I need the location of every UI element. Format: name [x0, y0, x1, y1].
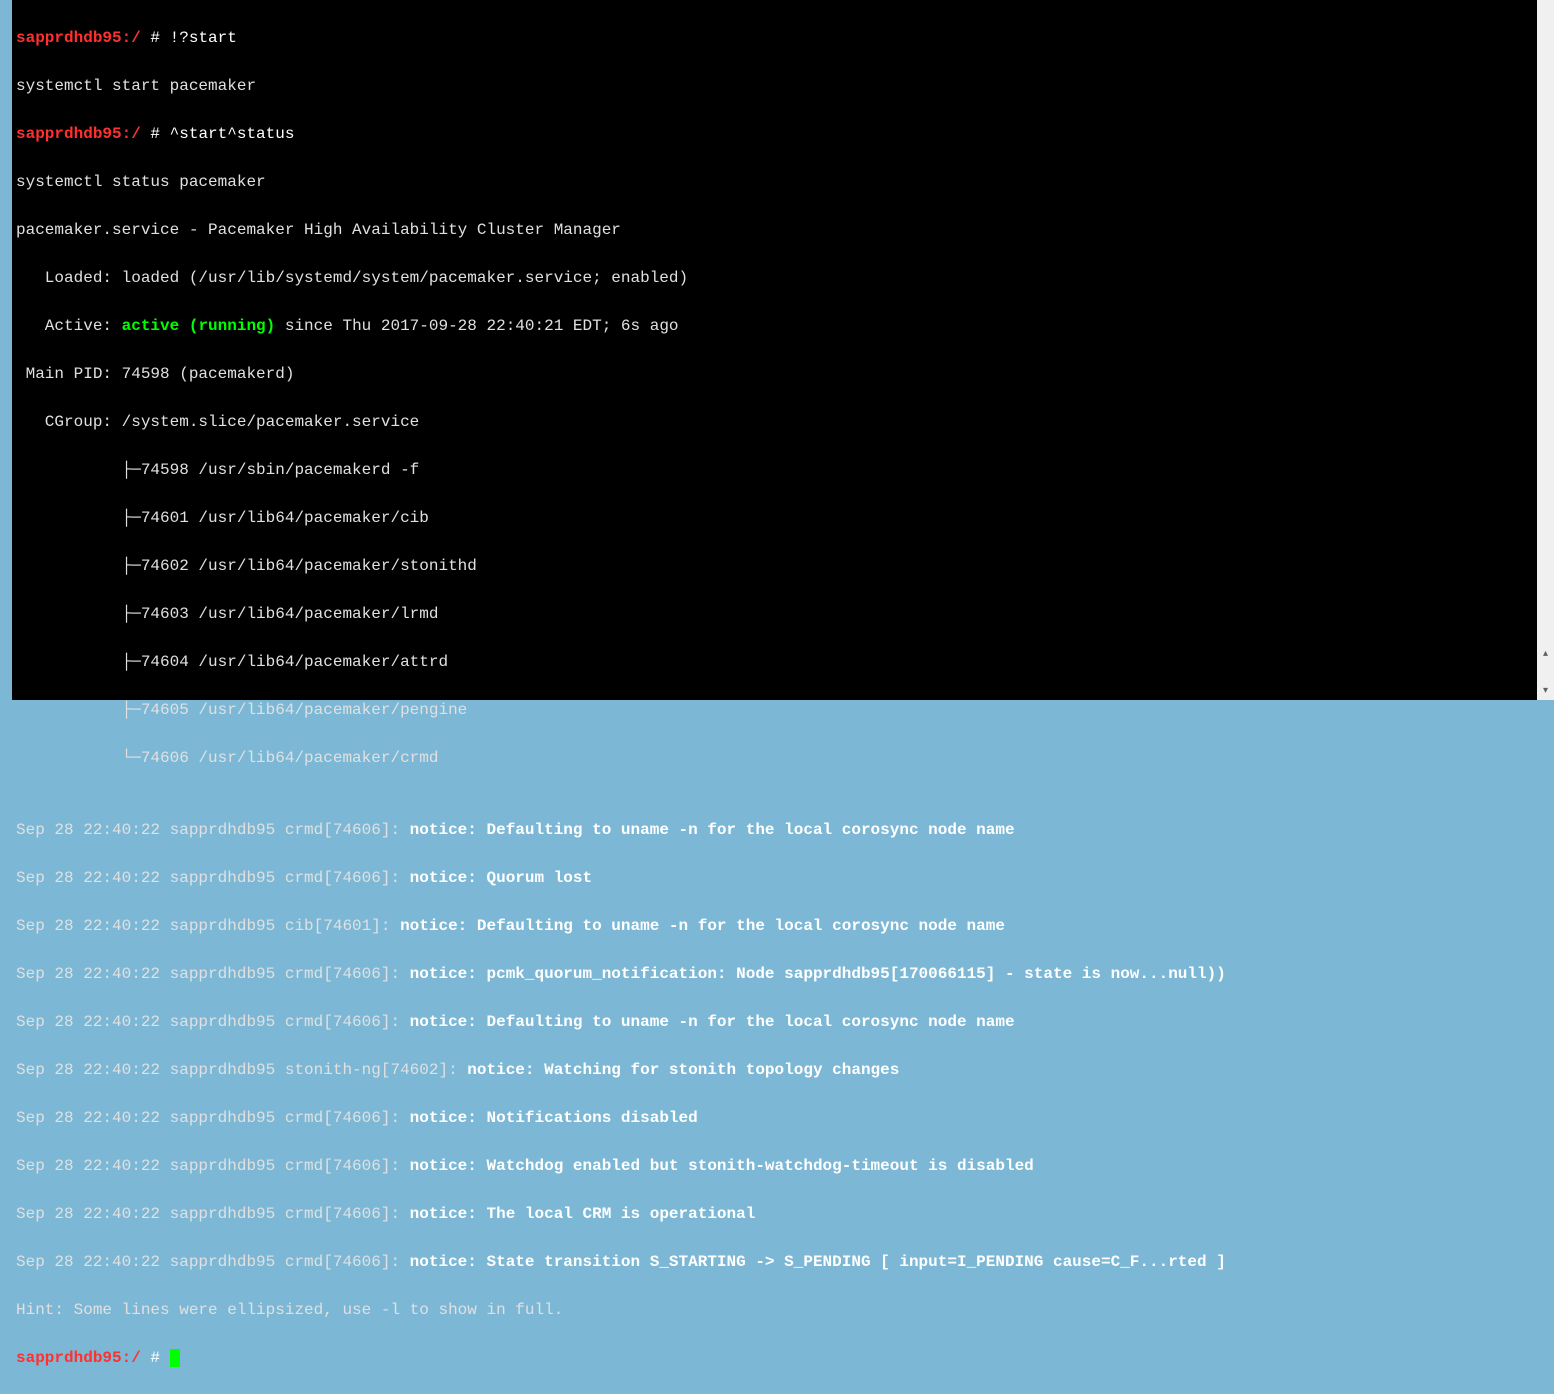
- log-message: notice: Quorum lost: [410, 869, 592, 887]
- log-message: notice: Defaulting to uname -n for the l…: [410, 1013, 1015, 1031]
- log-message: notice: pcmk_quorum_notification: Node s…: [410, 965, 1226, 983]
- cgroup-process: ├─74604 /usr/lib64/pacemaker/attrd: [16, 650, 1538, 674]
- log-line: Sep 28 22:40:22 sapprdhdb95 crmd[74606]:…: [16, 866, 1538, 890]
- cgroup-process: ├─74603 /usr/lib64/pacemaker/lrmd: [16, 602, 1538, 626]
- log-prefix: Sep 28 22:40:22 sapprdhdb95 crmd[74606]:: [16, 965, 410, 983]
- active-line: Active: active (running) since Thu 2017-…: [16, 314, 1538, 338]
- log-prefix: Sep 28 22:40:22 sapprdhdb95 crmd[74606]:: [16, 1013, 410, 1031]
- log-line: Sep 28 22:40:22 sapprdhdb95 stonith-ng[7…: [16, 1058, 1538, 1082]
- log-line: Sep 28 22:40:22 sapprdhdb95 crmd[74606]:…: [16, 1106, 1538, 1130]
- log-prefix: Sep 28 22:40:22 sapprdhdb95 crmd[74606]:: [16, 1109, 410, 1127]
- service-description: pacemaker.service - Pacemaker High Avail…: [16, 218, 1538, 242]
- prompt-line-1: sapprdhdb95:/ # !?start: [16, 26, 1538, 50]
- cgroup-process: ├─74605 /usr/lib64/pacemaker/pengine: [16, 698, 1538, 722]
- log-prefix: Sep 28 22:40:22 sapprdhdb95 crmd[74606]:: [16, 1253, 410, 1271]
- loaded-line: Loaded: loaded (/usr/lib/systemd/system/…: [16, 266, 1538, 290]
- cgroup-process: ├─74602 /usr/lib64/pacemaker/stonithd: [16, 554, 1538, 578]
- cgroup-process: └─74606 /usr/lib64/pacemaker/crmd: [16, 746, 1538, 770]
- log-line: Sep 28 22:40:22 sapprdhdb95 crmd[74606]:…: [16, 1010, 1538, 1034]
- prompt-host: sapprdhdb95:/: [16, 29, 141, 47]
- log-prefix: Sep 28 22:40:22 sapprdhdb95 stonith-ng[7…: [16, 1061, 467, 1079]
- log-line: Sep 28 22:40:22 sapprdhdb95 crmd[74606]:…: [16, 1250, 1538, 1274]
- cgroup-process: ├─74598 /usr/sbin/pacemakerd -f: [16, 458, 1538, 482]
- prompt-hash: #: [141, 1349, 170, 1367]
- cgroup-line: CGroup: /system.slice/pacemaker.service: [16, 410, 1538, 434]
- active-status: active (running): [122, 317, 276, 335]
- log-line: Sep 28 22:40:22 sapprdhdb95 crmd[74606]:…: [16, 962, 1538, 986]
- log-line: Sep 28 22:40:22 sapprdhdb95 crmd[74606]:…: [16, 818, 1538, 842]
- main-pid-line: Main PID: 74598 (pacemakerd): [16, 362, 1538, 386]
- hint-line: Hint: Some lines were ellipsized, use -l…: [16, 1298, 1538, 1322]
- log-message: notice: Watchdog enabled but stonith-wat…: [410, 1157, 1034, 1175]
- log-message: notice: Defaulting to uname -n for the l…: [400, 917, 1005, 935]
- command-text: !?start: [170, 29, 237, 47]
- terminal-window[interactable]: sapprdhdb95:/ # !?start systemctl start …: [12, 0, 1542, 700]
- log-prefix: Sep 28 22:40:22 sapprdhdb95 crmd[74606]:: [16, 821, 410, 839]
- active-since: since Thu 2017-09-28 22:40:21 EDT; 6s ag…: [275, 317, 678, 335]
- active-label: Active:: [16, 317, 122, 335]
- log-message: notice: State transition S_STARTING -> S…: [410, 1253, 1226, 1271]
- log-message: notice: Notifications disabled: [410, 1109, 698, 1127]
- log-prefix: Sep 28 22:40:22 sapprdhdb95 cib[74601]:: [16, 917, 400, 935]
- prompt-host: sapprdhdb95:/: [16, 125, 141, 143]
- scrollbar-track[interactable]: [1537, 0, 1554, 700]
- log-message: notice: Defaulting to uname -n for the l…: [410, 821, 1015, 839]
- cursor: [170, 1349, 180, 1367]
- log-prefix: Sep 28 22:40:22 sapprdhdb95 crmd[74606]:: [16, 869, 410, 887]
- prompt-host: sapprdhdb95:/: [16, 1349, 141, 1367]
- log-message: notice: Watching for stonith topology ch…: [467, 1061, 899, 1079]
- scrollbar[interactable]: ▴ ▾: [1537, 0, 1554, 700]
- log-prefix: Sep 28 22:40:22 sapprdhdb95 crmd[74606]:: [16, 1205, 410, 1223]
- command-text: ^start^status: [170, 125, 295, 143]
- log-prefix: Sep 28 22:40:22 sapprdhdb95 crmd[74606]:: [16, 1157, 410, 1175]
- prompt-line-3: sapprdhdb95:/ #: [16, 1346, 1538, 1370]
- log-message: notice: The local CRM is operational: [410, 1205, 756, 1223]
- log-line: Sep 28 22:40:22 sapprdhdb95 crmd[74606]:…: [16, 1202, 1538, 1226]
- log-line: Sep 28 22:40:22 sapprdhdb95 cib[74601]: …: [16, 914, 1538, 938]
- output-line: systemctl start pacemaker: [16, 74, 1538, 98]
- scrollbar-down-icon[interactable]: ▾: [1537, 683, 1554, 700]
- prompt-hash: #: [141, 29, 170, 47]
- prompt-hash: #: [141, 125, 170, 143]
- prompt-line-2: sapprdhdb95:/ # ^start^status: [16, 122, 1538, 146]
- output-line: systemctl status pacemaker: [16, 170, 1538, 194]
- log-line: Sep 28 22:40:22 sapprdhdb95 crmd[74606]:…: [16, 1154, 1538, 1178]
- cgroup-process: ├─74601 /usr/lib64/pacemaker/cib: [16, 506, 1538, 530]
- scrollbar-up-icon[interactable]: ▴: [1537, 646, 1554, 663]
